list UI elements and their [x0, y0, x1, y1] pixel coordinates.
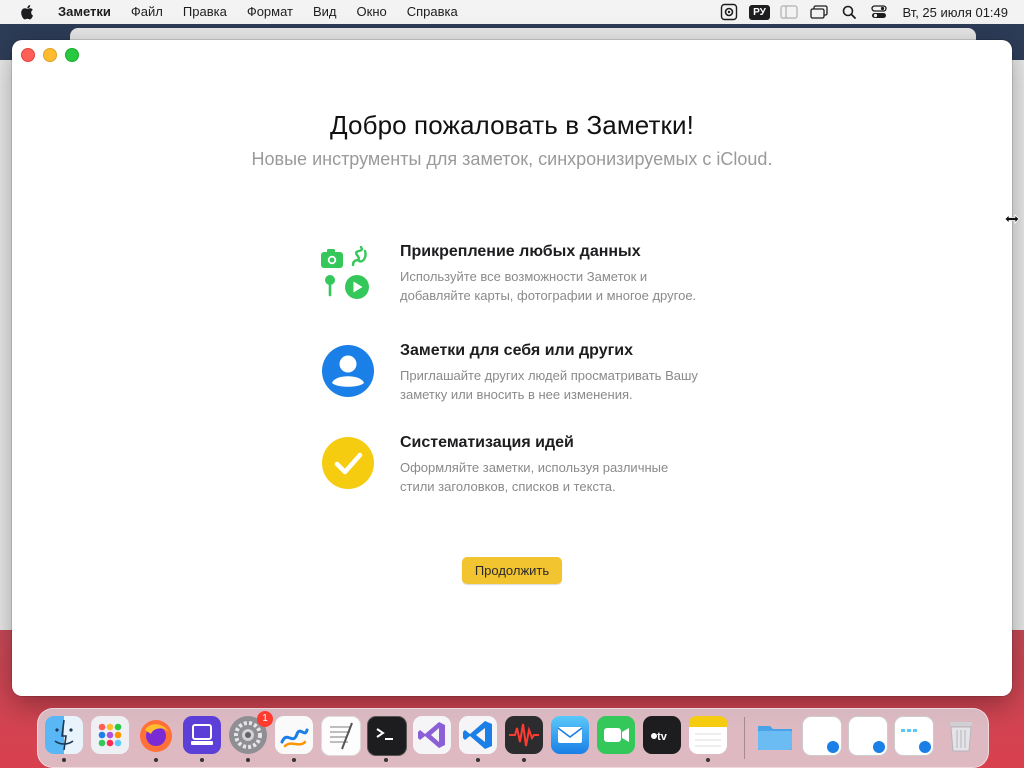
- minimized-window-2[interactable]: [848, 716, 888, 756]
- instruments-icon[interactable]: [505, 716, 543, 754]
- running-indicator: [62, 758, 66, 762]
- feature-description: Оформляйте заметки, используя различные …: [400, 460, 669, 494]
- keyboard-layout-label: РУ: [749, 4, 770, 20]
- downloads-folder-icon[interactable]: [756, 716, 794, 754]
- freeform-icon[interactable]: [275, 716, 313, 754]
- checkmark-icon: [319, 434, 377, 492]
- gear-icon[interactable]: [714, 0, 744, 24]
- svg-text:tv: tv: [657, 731, 668, 743]
- close-button[interactable]: [21, 48, 35, 62]
- person-icon: [319, 342, 377, 400]
- finder-icon[interactable]: [45, 716, 83, 754]
- trash-icon[interactable]: [942, 716, 980, 754]
- simulator-icon[interactable]: [183, 716, 221, 754]
- search-icon[interactable]: [834, 0, 864, 24]
- running-indicator: [706, 758, 710, 762]
- running-indicator: [200, 758, 204, 762]
- windows-icon[interactable]: [804, 0, 834, 24]
- vscode-icon[interactable]: [459, 716, 497, 754]
- dock-separator: [744, 717, 745, 759]
- feature-organize: Систематизация идей Оформляйте заметки, …: [319, 434, 719, 524]
- welcome-subtitle: Новые инструменты для заметок, синхрониз…: [251, 149, 773, 169]
- feature-title: Прикрепление любых данных: [400, 243, 641, 260]
- keyboard-layout-badge[interactable]: РУ: [744, 0, 774, 24]
- menu-app-name[interactable]: Заметки: [48, 0, 121, 24]
- continue-button[interactable]: Продолжить: [462, 557, 562, 584]
- feature-title: Систематизация идей: [400, 434, 574, 451]
- apple-menu-icon[interactable]: [20, 4, 34, 20]
- launchpad-icon[interactable]: [91, 716, 129, 754]
- running-indicator: [154, 758, 158, 762]
- running-indicator: [246, 758, 250, 762]
- background-window-left-edge: [0, 60, 12, 630]
- sidebar-icon[interactable]: [774, 0, 804, 24]
- feature-sharing: Заметки для себя или других Приглашайте …: [319, 342, 719, 432]
- dock: 1 tv: [37, 708, 989, 768]
- menubar-clock[interactable]: Вт, 25 июля 01:49: [894, 5, 1024, 20]
- notification-badge: 1: [257, 711, 273, 727]
- menu-file[interactable]: Файл: [121, 0, 173, 24]
- system-settings-icon[interactable]: 1: [229, 711, 273, 754]
- menu-bar: Заметки Файл Правка Формат Вид Окно Спра…: [0, 0, 1024, 24]
- running-indicator: [292, 758, 296, 762]
- textedit-icon[interactable]: [321, 716, 361, 756]
- feature-attachments: Прикрепление любых данных Используйте вс…: [319, 243, 719, 333]
- menu-view[interactable]: Вид: [303, 0, 347, 24]
- background-window-right-edge: [1012, 60, 1024, 630]
- window-controls: [21, 48, 79, 62]
- feature-description: Приглашайте других людей просматривать В…: [400, 368, 698, 402]
- running-indicator: [476, 758, 480, 762]
- feature-description: Используйте все возможности Заметок и до…: [400, 269, 697, 303]
- running-indicator: [384, 758, 388, 762]
- menu-format[interactable]: Формат: [237, 0, 303, 24]
- firefox-icon[interactable]: [137, 716, 175, 754]
- minimized-window-3[interactable]: [894, 716, 934, 756]
- welcome-title: Добро пожаловать в Заметки!: [330, 110, 694, 140]
- menu-help[interactable]: Справка: [397, 0, 468, 24]
- attachments-icon: [319, 243, 377, 301]
- minimized-window-1[interactable]: [802, 716, 842, 756]
- notes-icon[interactable]: [689, 716, 727, 754]
- minimize-button[interactable]: [43, 48, 57, 62]
- menu-window[interactable]: Окно: [347, 0, 397, 24]
- control-center-icon[interactable]: [864, 0, 894, 24]
- feature-title: Заметки для себя или других: [400, 342, 634, 359]
- menu-edit[interactable]: Правка: [173, 0, 237, 24]
- terminal-icon[interactable]: [367, 716, 407, 756]
- notes-welcome-window: Добро пожаловать в Заметки! Новые инстру…: [12, 40, 1012, 696]
- running-indicator: [522, 758, 526, 762]
- visual-studio-icon[interactable]: [413, 716, 451, 754]
- facetime-icon[interactable]: [597, 716, 635, 754]
- apple-tv-icon[interactable]: tv: [643, 716, 681, 754]
- fullscreen-button[interactable]: [65, 48, 79, 62]
- mail-icon[interactable]: [551, 716, 589, 754]
- resize-cursor-icon: [1004, 212, 1020, 224]
